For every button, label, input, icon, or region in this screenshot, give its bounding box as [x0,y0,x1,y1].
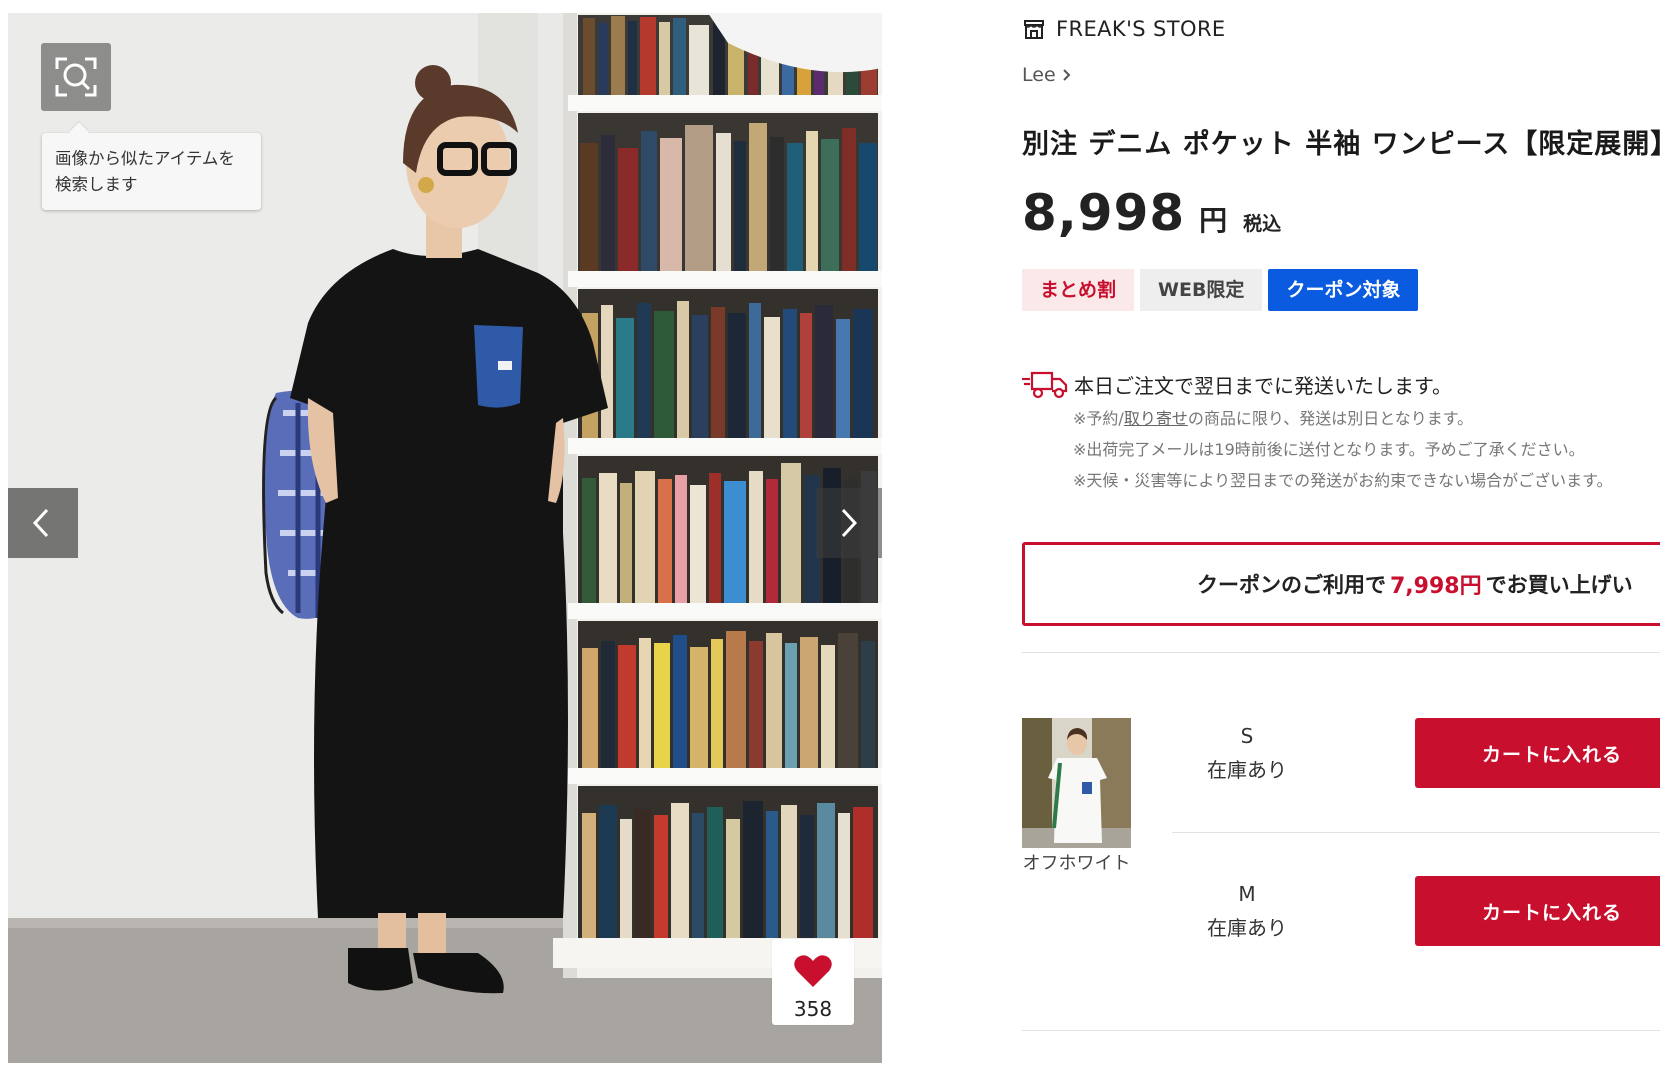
variant-photo [1022,718,1131,848]
variant-color-name: オフホワイト [1022,853,1131,874]
price-unit: 円 [1199,204,1228,237]
chevron-right-icon [1062,69,1071,81]
tooltip-line-2: 検索します [55,175,138,194]
delivery-truck-icon [1022,371,1068,399]
product-tags: まとめ割 WEB限定 クーポン対象 [1022,269,1424,311]
divider [1172,832,1660,833]
stock-status: 在庫あり [1207,916,1287,940]
image-search-button[interactable] [41,43,111,111]
shipping-info: 本日ご注文で翌日までに発送いたします。 ※予約/取り寄せの商品に限り、発送は別日… [1022,369,1613,496]
add-to-cart-button-s[interactable]: カートに入れる [1415,718,1660,788]
tag-web-limited: WEB限定 [1140,269,1263,311]
heart-icon [794,955,832,987]
favorite-count: 358 [793,997,833,1021]
price: 8,998 円 税込 [1022,184,1281,242]
coupon-prefix: クーポンのご利用で [1197,573,1386,597]
price-value: 8,998 [1022,184,1186,242]
product-title: 別注 デニム ポケット 半袖 ワンピース【限定展開】 [1022,129,1660,160]
divider [1022,1030,1660,1031]
shipping-note-2: ※出荷完了メールは19時前後に送付となります。予めご了承ください。 [1073,440,1585,459]
stock-status: 在庫あり [1207,758,1287,782]
coupon-price: 7,998円 [1390,574,1482,599]
size-label: M [1238,882,1256,906]
image-search-tooltip: 画像から似たアイテムを 検索します [42,133,261,210]
store-icon [1024,20,1044,39]
add-to-cart-button-m[interactable]: カートに入れる [1415,876,1660,946]
tooltip-line-1: 画像から似たアイテムを [55,149,235,168]
note1-suffix: の商品に限り、発送は別日となります。 [1187,409,1474,428]
backorder-link[interactable]: 取り寄せ [1124,409,1188,428]
shipping-headline: 本日ご注文で翌日までに発送いたします。 [1074,373,1452,398]
chevron-right-icon [841,508,858,538]
coupon-suffix: でお買い上げい [1485,573,1633,597]
tag-coupon-eligible[interactable]: クーポン対象 [1268,269,1419,311]
size-row-s: S 在庫あり カートに入れる [1172,718,1660,788]
coupon-price-banner[interactable]: クーポンのご利用で 7,998円 でお買い上げい [1022,542,1660,626]
shipping-note-1: ※予約/取り寄せの商品に限り、発送は別日となります。 [1073,403,1613,434]
product-info-panel: FREAK'S STORE Lee 別注 デニム ポケット 半袖 ワンピース【限… [1022,0,1660,1080]
shop-link[interactable]: FREAK'S STORE [1022,14,1226,44]
product-image-gallery: 画像から似たアイテムを 検索します 358 [8,13,882,1063]
tax-label: 税込 [1243,213,1282,235]
shipping-note-3: ※天候・災害等により翌日までの発送がお約束できない場合がございます。 [1073,471,1613,490]
shop-name: FREAK'S STORE [1056,17,1226,41]
tag-bundle-discount: まとめ割 [1022,269,1135,311]
size-label: S [1240,724,1254,748]
variant-thumbnail[interactable] [1022,718,1131,848]
divider [1022,652,1660,653]
lens-search-icon [55,57,97,97]
previous-image-button[interactable] [8,488,78,558]
size-row-m: M 在庫あり カートに入れる [1172,876,1660,946]
chevron-left-icon [32,508,49,538]
next-image-button[interactable] [816,488,882,558]
note1-prefix: ※予約/ [1073,409,1124,428]
favorite-button[interactable]: 358 [772,939,854,1025]
brand-name: Lee [1022,64,1056,86]
brand-link[interactable]: Lee [1022,64,1072,86]
